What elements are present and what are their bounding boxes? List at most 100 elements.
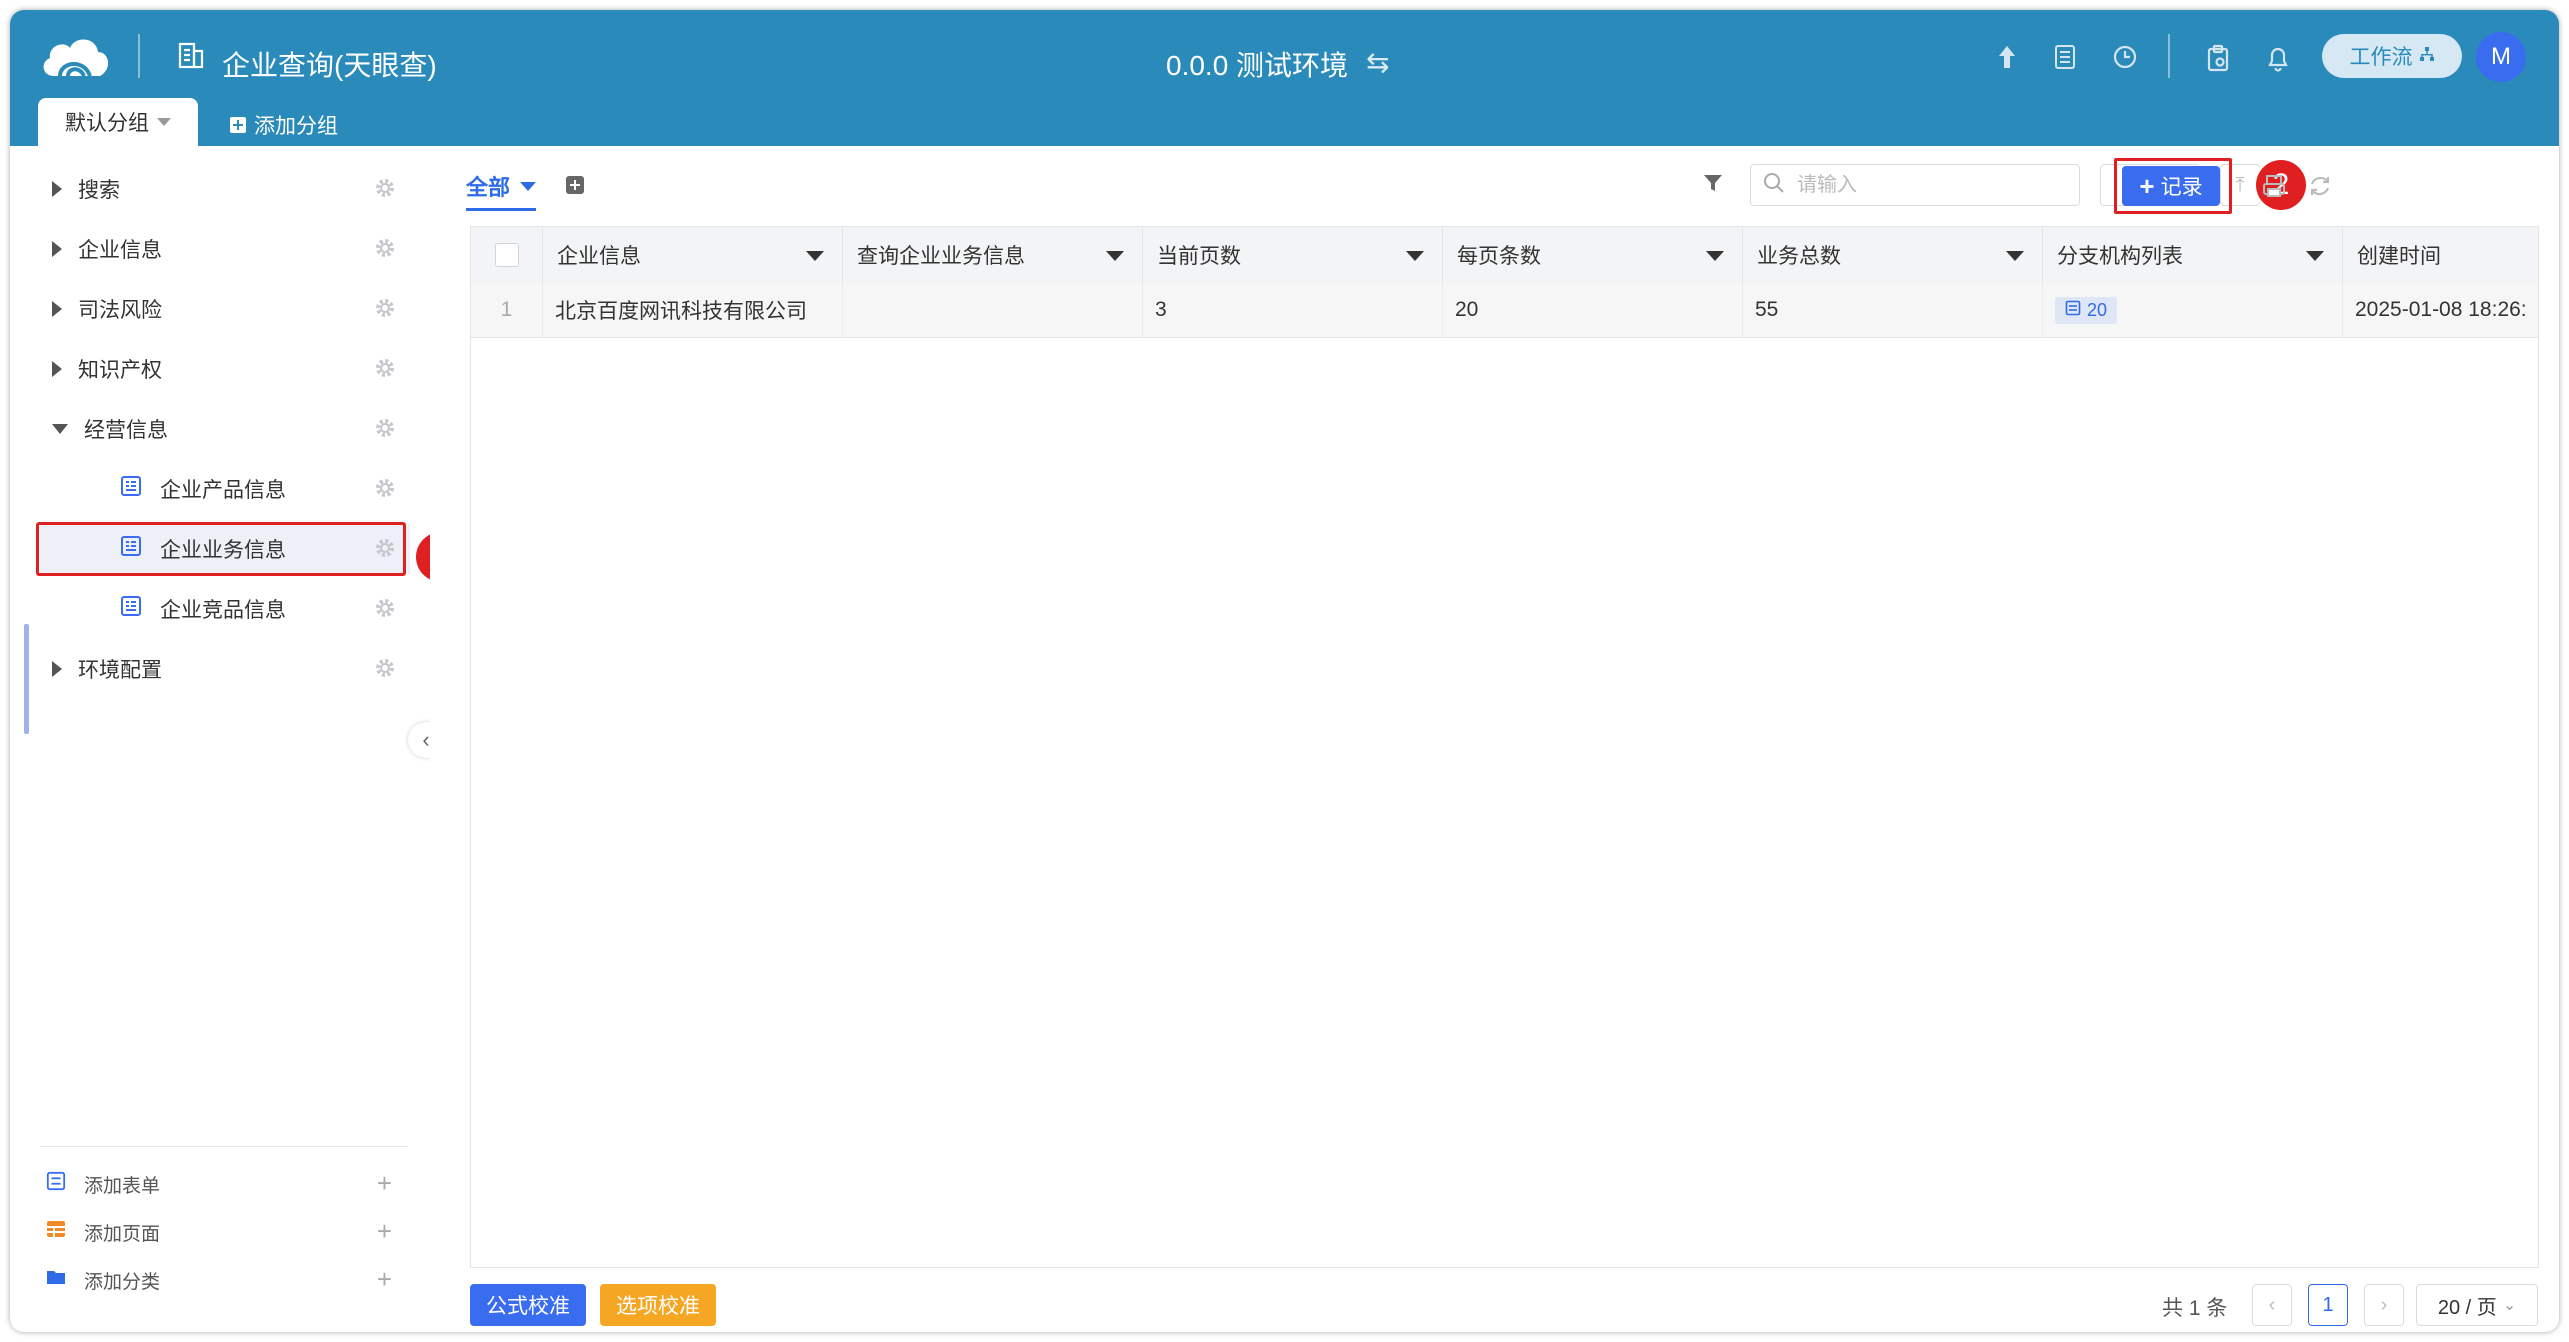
column-header-label: 业务总数 [1757,245,1841,268]
gear-icon[interactable] [374,297,396,325]
column-header[interactable]: 分支机构列表 [2043,227,2343,283]
add-form-item[interactable]: 添加表单 + [46,1164,406,1204]
sidebar-item-competitors[interactable]: 企业竞品信息 [40,584,410,634]
cloud-logo-icon[interactable] [38,30,114,87]
prev-page-button[interactable]: ‹ [2252,1284,2292,1326]
sidebar-item-label: 搜索 [78,179,120,202]
gear-icon[interactable] [374,597,396,625]
sidebar-item-company-info[interactable]: 企业信息 [40,224,410,274]
caret-down-icon[interactable] [2006,251,2024,261]
filter-icon[interactable] [1702,172,1724,199]
gear-icon[interactable] [374,177,396,205]
data-table: 企业信息 查询企业业务信息 当前页数 每页条数 业务总数 分支机构列表 创建时间… [470,226,2539,1268]
column-header[interactable]: 业务总数 [1743,227,2043,283]
caret-right-icon [52,241,62,257]
add-form-label: 添加表单 [84,1175,161,1197]
select-all-checkbox[interactable] [495,243,519,267]
chevron-down-icon [157,118,171,126]
caret-right-icon [52,661,62,677]
add-view-icon[interactable] [566,176,584,194]
add-page-item[interactable]: 添加页面 + [46,1212,406,1252]
swap-environment-icon[interactable]: ⇆ [1366,46,1389,79]
plus-square-icon [230,117,246,133]
column-header[interactable]: 每页条数 [1443,227,1743,283]
main-content: 全部 ⤓ 导入 ⤒ 2 + 记录 [430,146,2559,1332]
add-category-label: 添加分类 [84,1271,161,1293]
sidebar-item-business-info[interactable]: 经营信息 [40,404,410,454]
sidebar-item-search[interactable]: 搜索 [40,164,410,214]
caret-down-icon[interactable] [1706,251,1724,261]
gear-icon[interactable] [374,237,396,265]
search-field[interactable] [1750,164,2080,206]
cell-total[interactable]: 55 [1743,283,2043,337]
cell-per-page[interactable]: 20 [1443,283,1743,337]
sidebar-item-label: 企业产品信息 [160,479,286,502]
column-header-label: 查询企业业务信息 [857,245,1025,268]
next-page-button[interactable]: › [2364,1284,2404,1326]
print-icon[interactable] [2262,174,2286,203]
subtable-count: 20 [2087,299,2108,320]
cell-page[interactable]: 3 [1143,283,1443,337]
caret-down-icon[interactable] [2306,251,2324,261]
document-icon[interactable] [2054,44,2076,75]
grid-page-icon [46,1219,66,1245]
plus-icon[interactable]: + [377,1216,392,1247]
user-avatar[interactable]: M [2476,32,2526,82]
refresh-icon[interactable] [2308,174,2332,203]
cell-query[interactable] [843,283,1143,337]
gear-icon[interactable] [374,357,396,385]
column-header[interactable]: 创建时间 [2343,227,2538,283]
sidebar-item-label: 知识产权 [78,359,162,382]
sidebar: 搜索 企业信息 司法风险 知识产权 经营信息 企业产品信息 企业业务信息 企业竞… [10,146,466,1332]
plus-icon[interactable]: + [377,1264,392,1295]
chevron-down-icon [520,181,537,191]
cell-branches[interactable]: 20 [2043,283,2343,337]
add-group-tab[interactable]: 添加分组 [230,110,338,140]
sidebar-item-env-config[interactable]: 环境配置 [40,644,410,694]
bell-icon[interactable] [2266,44,2290,77]
search-input[interactable] [1795,172,2059,198]
caret-down-icon [52,424,68,434]
history-clock-icon[interactable] [2112,44,2138,75]
option-calibrate-button[interactable]: 选项校准 [600,1284,716,1326]
building-icon [176,40,206,75]
formula-calibrate-button[interactable]: 公式校准 [470,1284,586,1326]
workflow-label: 工作流 [2349,46,2413,69]
workflow-button[interactable]: 工作流 [2322,34,2462,78]
sidebar-item-label: 企业信息 [78,239,162,262]
column-header-label: 分支机构列表 [2057,245,2183,268]
clipboard-icon[interactable] [2206,44,2230,77]
column-header[interactable]: 查询企业业务信息 [843,227,1143,283]
tab-default-group[interactable]: 默认分组 [38,98,198,146]
upload-arrow-icon[interactable] [1996,44,2018,75]
view-tab-all[interactable]: 全部 [466,170,537,211]
subtable-chip[interactable]: 20 [2055,296,2118,324]
caret-down-icon[interactable] [1106,251,1124,261]
add-group-label: 添加分组 [254,115,338,138]
page-size-select[interactable]: 20 / 页 ⌄ [2416,1284,2538,1326]
sidebar-item-products[interactable]: 企业产品信息 [40,464,410,514]
page-size-label: 20 / 页 [2437,1296,2497,1319]
column-header[interactable]: 当前页数 [1143,227,1443,283]
table-row[interactable]: 1 北京百度网讯科技有限公司 3 20 55 20 2025-01-08 18:… [471,283,2538,338]
page-number-button[interactable]: 1 [2308,1284,2348,1326]
add-category-item[interactable]: 添加分类 + [46,1260,406,1300]
gear-icon[interactable] [374,477,396,505]
environment-label[interactable]: 0.0.0 测试环境 [1166,44,1348,84]
select-all-cell [471,227,543,283]
sidebar-item-label: 环境配置 [78,659,162,682]
sidebar-item-ip[interactable]: 知识产权 [40,344,410,394]
caret-down-icon[interactable] [806,251,824,261]
gear-icon[interactable] [374,417,396,445]
sidebar-item-judicial-risk[interactable]: 司法风险 [40,284,410,334]
cell-company[interactable]: 北京百度网讯科技有限公司 [543,283,843,337]
hierarchy-icon [2419,44,2435,68]
plus-icon[interactable]: + [377,1168,392,1199]
caret-down-icon[interactable] [1406,251,1424,261]
table-icon [2065,300,2081,321]
gear-icon[interactable] [374,657,396,685]
cell-created[interactable]: 2025-01-08 18:26: [2343,283,2538,337]
column-header[interactable]: 企业信息 [543,227,843,283]
view-tab-label: 全部 [466,175,511,200]
top-bar: 企业查询(天眼查) 0.0.0 测试环境 ⇆ 工作流 M 默认分组 添加分组 [10,10,2559,146]
